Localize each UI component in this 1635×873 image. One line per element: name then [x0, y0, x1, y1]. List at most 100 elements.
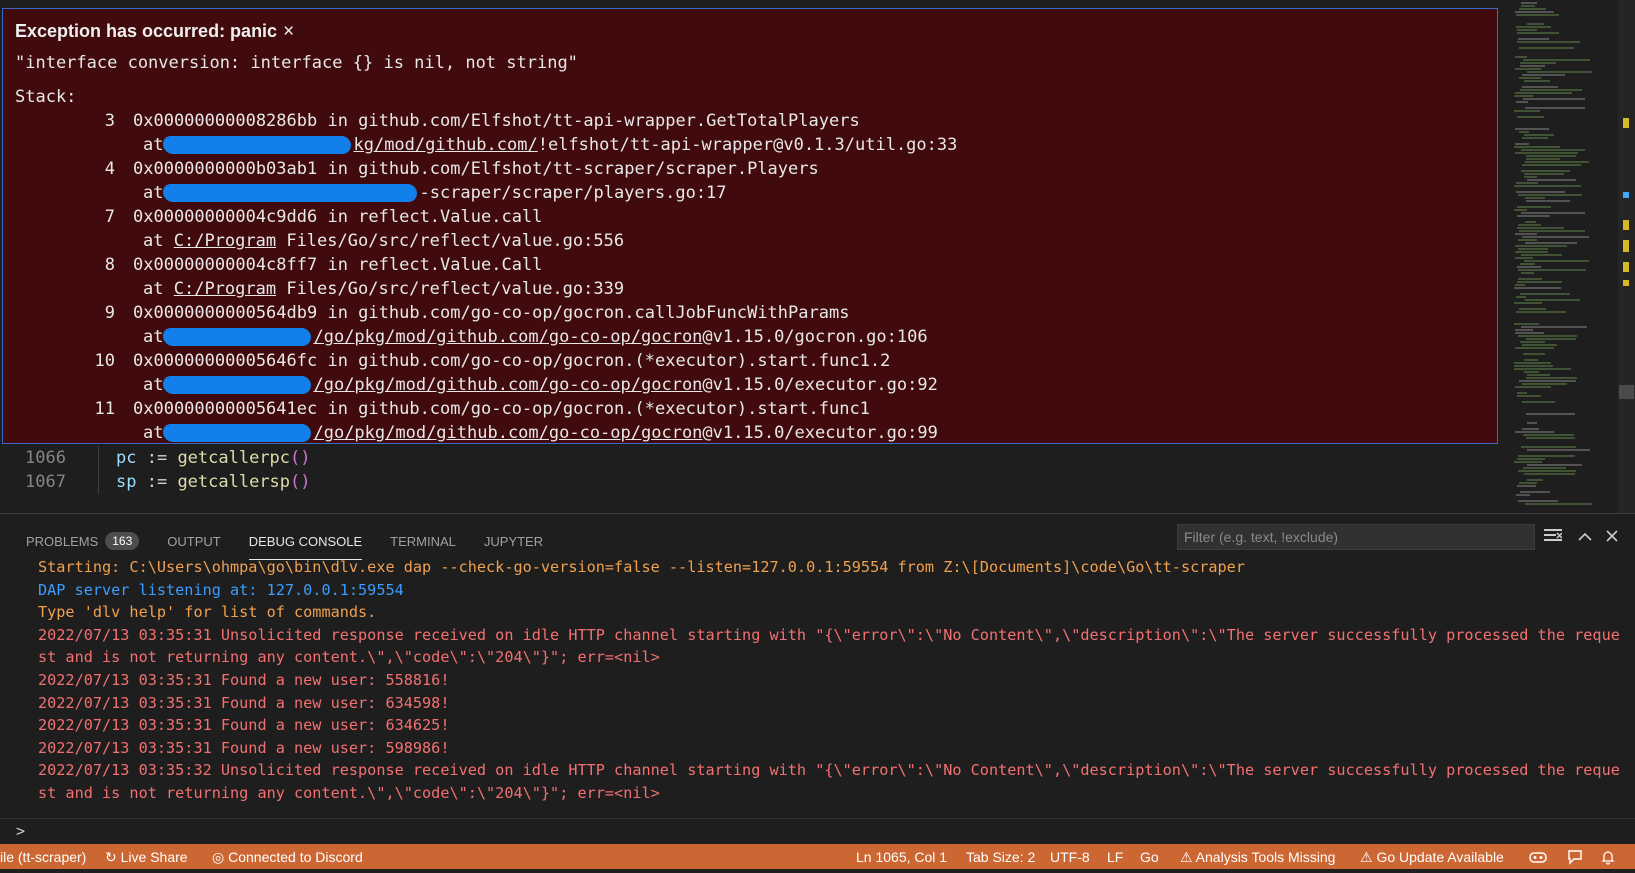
stack-frame: 4 0x0000000000b03ab1 in github.com/Elfsh…: [3, 157, 1497, 205]
minimap-line: [1522, 428, 1539, 430]
chevron-up-icon[interactable]: [1573, 524, 1597, 550]
console-filter-input[interactable]: [1177, 524, 1535, 550]
frame-location: at/go/pkg/mod/github.com/go-co-op/gocron…: [143, 325, 928, 349]
minimap-line: [1514, 368, 1571, 370]
frame-path-link[interactable]: /go/pkg/mod/github.com/go-co-op/gocron: [313, 423, 702, 443]
clear-console-icon-svg: [1544, 529, 1563, 541]
minimap-line: [1518, 269, 1586, 271]
console-line: 2022/07/13 03:35:32 Unsolicited response…: [38, 761, 1620, 802]
status-eol[interactable]: LF: [1107, 844, 1123, 869]
frame-location: at C:/Program Files/Go/src/reflect/value…: [143, 229, 624, 253]
console-line: DAP server listening at: 127.0.0.1:59554: [38, 580, 404, 599]
code-lines[interactable]: 1066 pc := getcallerpc() 1067 sp := getc…: [0, 446, 1510, 494]
minimap[interactable]: [1510, 0, 1618, 513]
status-live-share[interactable]: ↻ Live Share: [105, 844, 188, 869]
stack-frame: 11 0x00000000005641ec in github.com/go-c…: [3, 397, 1497, 443]
frame-number: 9: [104, 303, 115, 323]
frame-location: at C:/Program Files/Go/src/reflect/value…: [143, 277, 624, 301]
status-analysis-tools[interactable]: ⚠ Analysis Tools Missing: [1180, 844, 1335, 869]
minimap-line: [1521, 170, 1570, 172]
frame-path-link[interactable]: C:/Program: [174, 231, 276, 251]
minimap-line: [1523, 467, 1566, 469]
warning-icon: ⚠: [1360, 849, 1377, 865]
status-tab-size[interactable]: Tab Size: 2: [966, 844, 1035, 869]
go-update-label: Go Update Available: [1376, 849, 1504, 865]
minimap-line: [1516, 14, 1559, 16]
console-input[interactable]: >: [0, 818, 1635, 845]
frame-path-link[interactable]: kg/mod/github.com/: [353, 135, 537, 155]
status-cursor-position[interactable]: Ln 1065, Col 1: [856, 844, 947, 869]
tab-label: DEBUG CONSOLE: [248, 533, 363, 549]
minimap-line: [1525, 107, 1585, 109]
minimap-line: [1522, 401, 1555, 403]
minimap-line: [1514, 209, 1527, 211]
minimap-line: [1526, 155, 1576, 157]
stack-frame: 7 0x00000000004c9dd6 in reflect.Value.ca…: [3, 205, 1497, 253]
minimap-line: [1514, 323, 1539, 325]
status-encoding[interactable]: UTF-8: [1050, 844, 1090, 869]
tab-jupyter[interactable]: JUPYTER: [484, 528, 543, 554]
minimap-line: [1522, 236, 1589, 238]
minimap-line: [1514, 461, 1542, 463]
minimap-line: [1525, 503, 1592, 505]
frame-number: 8: [104, 255, 115, 275]
minimap-line: [1520, 491, 1550, 493]
feedback-icon[interactable]: [1567, 844, 1583, 869]
minimap-line: [1520, 293, 1570, 295]
code-line[interactable]: 1066 pc := getcallerpc(): [0, 446, 1510, 470]
minimap-line: [1515, 245, 1567, 247]
minimap-line: [1517, 116, 1544, 118]
minimap-line: [1518, 194, 1582, 196]
minimap-line: [1527, 449, 1590, 451]
clear-console-icon[interactable]: [1541, 524, 1565, 550]
frame-location: at -scraper/scraper/players.go:17: [143, 181, 727, 205]
frame-at-label: at: [143, 135, 164, 155]
status-language[interactable]: Go: [1140, 844, 1159, 869]
frame-function: 0x0000000000564db9 in github.com/go-co-o…: [133, 303, 850, 323]
editor-scrollbar[interactable]: [1618, 0, 1635, 513]
status-discord[interactable]: ◎ Connected to Discord: [212, 844, 363, 869]
panel-tabs: PROBLEMS 163 OUTPUT DEBUG CONSOLE TERMINA…: [26, 528, 571, 560]
debug-console-output[interactable]: Starting: C:\Users\ohmpa\go\bin\dlv.exe …: [38, 556, 1623, 805]
warning-icon: ⚠: [1180, 849, 1196, 865]
scrollbar-slider[interactable]: [1619, 385, 1634, 399]
minimap-line: [1515, 431, 1554, 433]
minimap-line: [1519, 380, 1576, 382]
minimap-line: [1515, 332, 1544, 334]
tab-problems[interactable]: PROBLEMS 163: [26, 528, 140, 554]
minimap-line: [1517, 227, 1564, 229]
frame-path-link[interactable]: /go/pkg/mod/github.com/go-co-op/gocron: [313, 327, 702, 347]
bell-icon[interactable]: [1600, 844, 1616, 869]
redaction-mark: [163, 328, 312, 346]
line-number: 1067: [25, 472, 66, 492]
code-line[interactable]: 1067 sp := getcallersp(): [0, 470, 1510, 494]
exception-title: Exception has occurred: panic ×: [15, 21, 294, 43]
close-panel-icon[interactable]: [1600, 524, 1624, 550]
close-icon[interactable]: ×: [283, 21, 294, 42]
minimap-line: [1518, 38, 1549, 40]
editor-area[interactable]: Exception has occurred: panic × "interfac…: [0, 0, 1510, 513]
exception-message: "interface conversion: interface {} is n…: [15, 53, 578, 73]
tab-label: OUTPUT: [167, 533, 221, 549]
code-text: pc := getcallerpc(): [116, 446, 311, 470]
minimap-line: [1521, 272, 1534, 274]
frame-number: 4: [104, 159, 115, 179]
minimap-line: [1521, 5, 1535, 7]
tab-output[interactable]: OUTPUT: [167, 528, 220, 554]
frame-path-link[interactable]: /go/pkg/mod/github.com/go-co-op/gocron: [313, 375, 702, 395]
minimap-line: [1515, 257, 1533, 259]
scrollbar-warning-mark: [1623, 240, 1629, 252]
minimap-line: [1516, 191, 1565, 193]
tab-terminal[interactable]: TERMINAL: [390, 528, 456, 554]
frame-function: 0x00000000004c9dd6 in reflect.Value.call: [133, 207, 543, 227]
status-debug-target[interactable]: ile (tt-scraper): [0, 844, 86, 869]
minimap-line: [1519, 47, 1574, 49]
minimap-line: [1520, 263, 1535, 265]
frame-path-link[interactable]: C:/Program: [174, 279, 276, 299]
minimap-line: [1517, 458, 1545, 460]
minimap-line: [1517, 41, 1580, 43]
copilot-icon[interactable]: [1529, 844, 1547, 869]
tab-debug-console[interactable]: DEBUG CONSOLE: [248, 528, 363, 560]
status-go-update[interactable]: ⚠ Go Update Available: [1360, 844, 1504, 869]
frame-path: Files/Go/src/reflect/value.go:339: [276, 279, 625, 299]
